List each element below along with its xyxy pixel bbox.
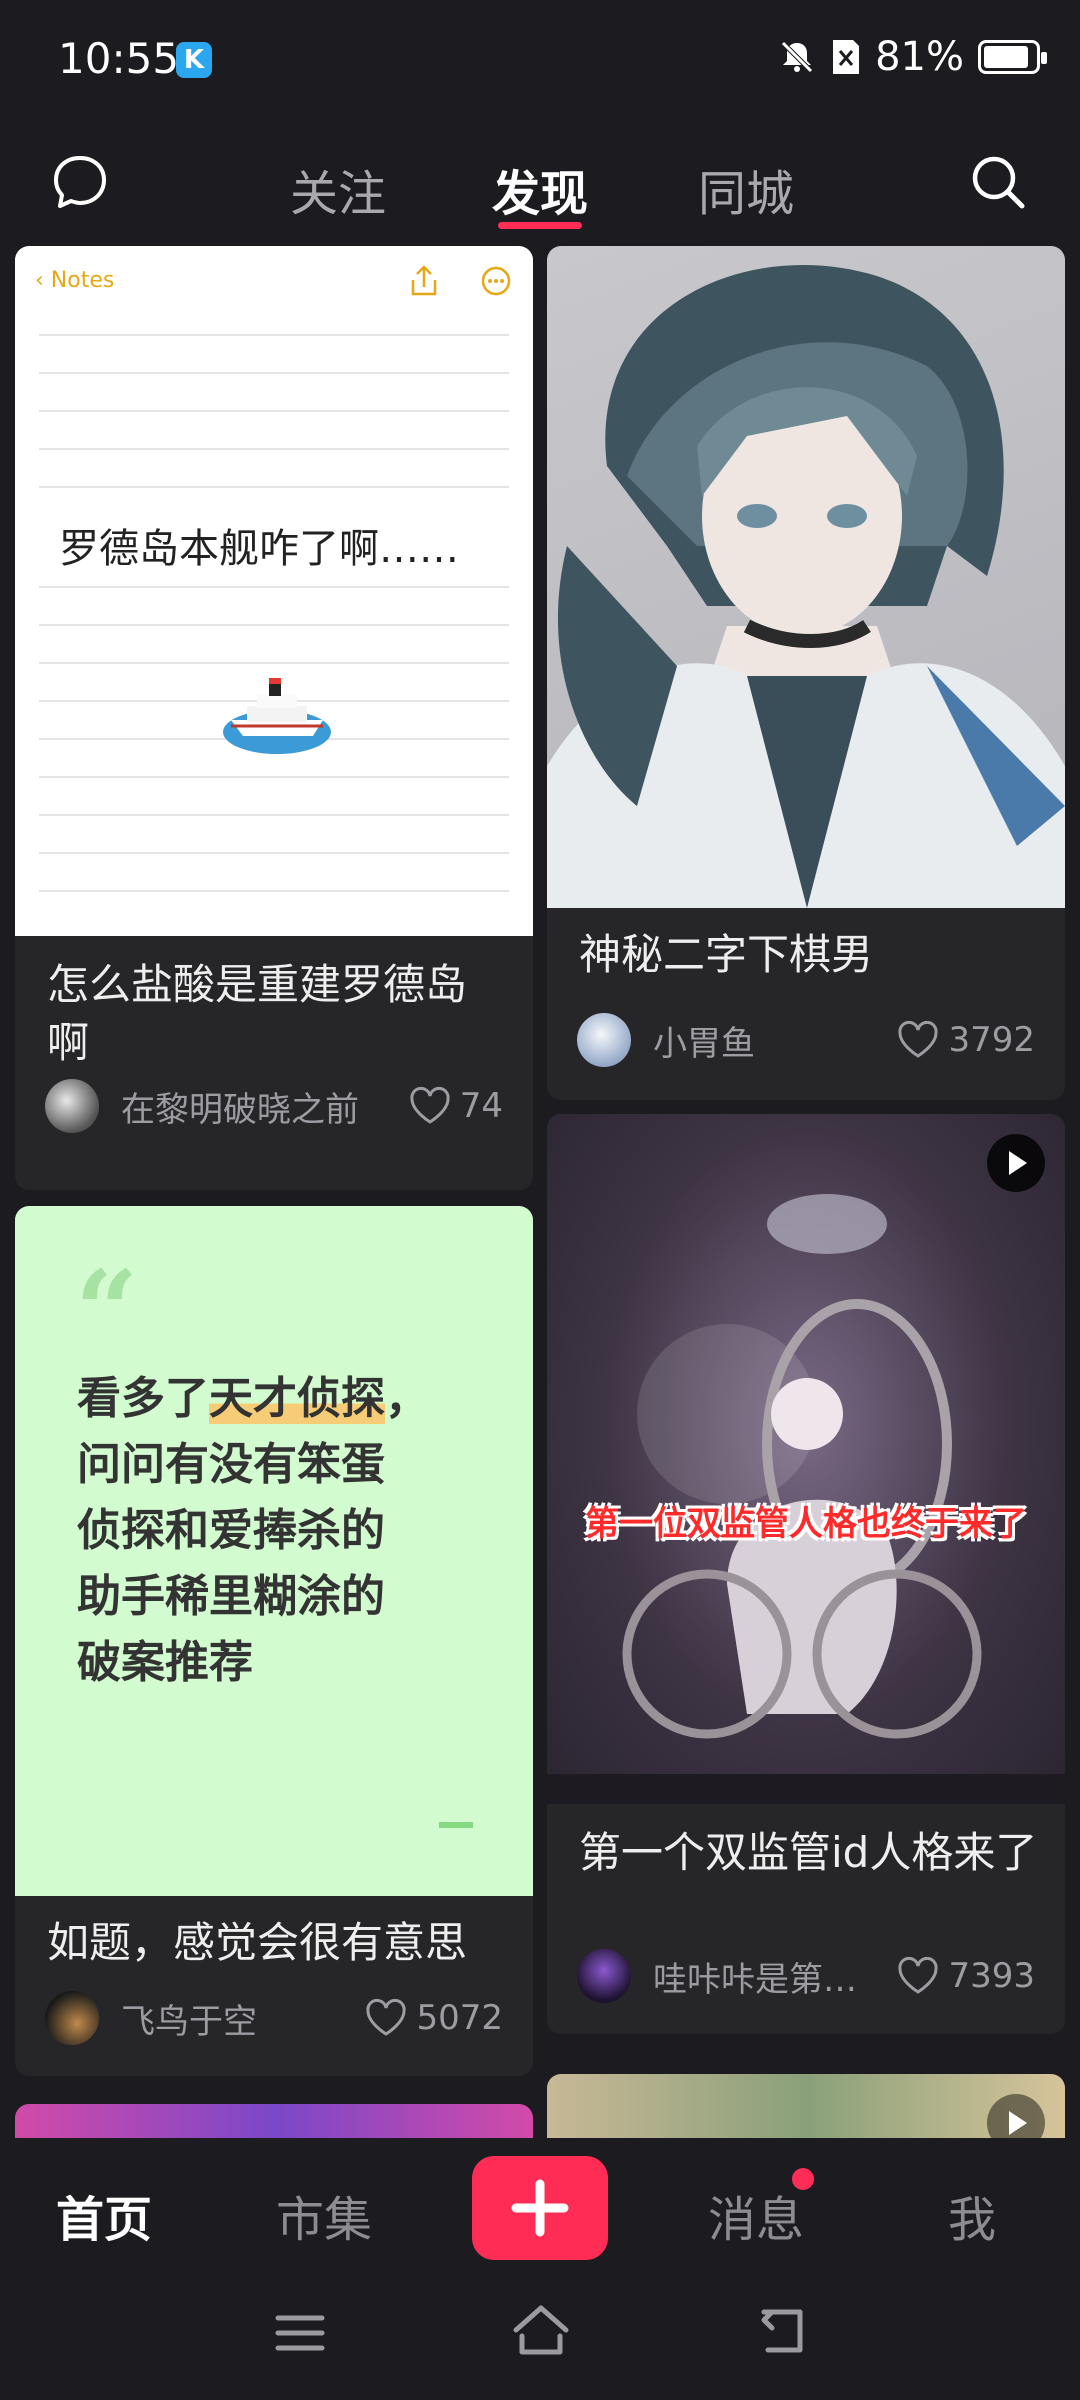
quote-dash <box>439 1822 473 1828</box>
card-cover-image: ‹ Notes 罗德岛本舰咋了啊…… <box>15 246 533 936</box>
create-post-button[interactable] <box>472 2156 608 2260</box>
card-meta: 在黎明破晓之前 74 <box>45 1078 503 1134</box>
anime-character-illustration <box>547 264 1065 908</box>
like-button[interactable]: 74 <box>408 1086 503 1126</box>
card-cover-image <box>547 246 1065 908</box>
note-text: 罗德岛本舰咋了啊…… <box>59 526 459 572</box>
search-icon[interactable] <box>968 152 1028 212</box>
feed-card[interactable]: 第一位双监管人格也终于来了 第一个双监管id人格来了 哇咔咔是第… 7393 <box>547 1114 1065 2034</box>
status-indicators: 81% <box>777 34 1047 80</box>
card-title: 第一个双监管id人格来了 <box>579 1828 1038 1877</box>
heart-icon <box>410 1086 450 1124</box>
menu-icon[interactable] <box>272 2308 328 2358</box>
feed-card-partial[interactable] <box>15 2104 533 2138</box>
video-caption: 第一位双监管人格也终于来了 <box>585 1504 1027 1544</box>
status-bar: 10:55 K 81% <box>0 0 1080 118</box>
avatar[interactable] <box>45 1991 99 2045</box>
chat-bubble-icon[interactable] <box>50 152 110 212</box>
heart-icon <box>366 1998 407 2036</box>
active-tab-indicator <box>498 222 582 229</box>
top-nav: 关注 发现 同城 <box>0 118 1080 246</box>
feed-card[interactable]: 神秘二字下棋男 小胃鱼 3792 <box>547 246 1065 1100</box>
play-icon <box>987 1134 1045 1192</box>
like-button[interactable]: 5072 <box>364 1998 503 2038</box>
heart-icon <box>898 1956 939 1994</box>
home-icon[interactable] <box>510 2302 572 2358</box>
card-title: 神秘二字下棋男 <box>579 930 874 979</box>
card-title: 如题，感觉会很有意思 <box>47 1918 468 1967</box>
avatar[interactable] <box>577 1013 631 1067</box>
tab-local[interactable]: 同城 <box>698 154 794 224</box>
battery-percent: 81% <box>875 34 964 80</box>
play-icon <box>987 2094 1045 2138</box>
card-title: 怎么盐酸是重建罗德岛啊 <box>47 960 468 1067</box>
like-count: 74 <box>459 1086 503 1126</box>
plus-icon <box>511 2179 569 2237</box>
nav-market[interactable]: 市集 <box>276 2180 372 2250</box>
status-time: 10:55 <box>58 34 180 83</box>
share-icon <box>411 265 437 296</box>
like-count: 7393 <box>948 1956 1035 1996</box>
nav-me[interactable]: 我 <box>948 2180 996 2250</box>
avatar[interactable] <box>577 1949 631 2003</box>
nav-home[interactable]: 首页 <box>56 2180 152 2250</box>
notes-back-label: ‹ Notes <box>35 268 115 293</box>
system-nav-bar <box>0 2278 1080 2400</box>
like-button[interactable]: 3792 <box>896 1020 1035 1060</box>
card-cover-image: “ 看多了天才侦探， 问问有没有笨蛋 侦探和爱捧杀的 助手稀里糊涂的 破案推荐 <box>15 1206 533 1896</box>
app-k-icon: K <box>176 42 212 78</box>
like-count: 3792 <box>948 1020 1035 1060</box>
nav-messages[interactable]: 消息 <box>708 2180 804 2250</box>
avatar[interactable] <box>45 1079 99 1133</box>
card-meta: 哇咔咔是第… 7393 <box>577 1948 1035 2004</box>
mute-icon <box>781 41 813 73</box>
battery-icon <box>978 40 1047 74</box>
card-meta: 小胃鱼 3792 <box>577 1012 1035 1068</box>
ship-emoji-icon <box>223 678 331 754</box>
feed-card[interactable]: “ 看多了天才侦探， 问问有没有笨蛋 侦探和爱捧杀的 助手稀里糊涂的 破案推荐 … <box>15 1206 533 2076</box>
no-sim-icon <box>833 40 860 74</box>
author-name[interactable]: 飞鸟于空 <box>121 1994 364 2043</box>
feed-grid: ‹ Notes 罗德岛本舰咋了啊…… 怎么盐酸是重建罗德岛啊 在黎明破晓之前 7… <box>0 246 1080 2138</box>
author-name[interactable]: 小胃鱼 <box>653 1016 896 1065</box>
more-icon <box>481 266 511 296</box>
like-count: 5072 <box>416 1998 503 2038</box>
back-icon[interactable] <box>752 2304 808 2358</box>
author-name[interactable]: 在黎明破晓之前 <box>121 1082 408 1131</box>
bottom-nav: 首页 市集 消息 我 <box>0 2138 1080 2278</box>
tab-follow[interactable]: 关注 <box>290 154 386 224</box>
quote-text: 看多了天才侦探， 问问有没有笨蛋 侦探和爱捧杀的 助手稀里糊涂的 破案推荐 <box>77 1373 429 1688</box>
author-name[interactable]: 哇咔咔是第… <box>653 1952 896 2001</box>
video-cover-illustration <box>547 1194 1065 1804</box>
quote-mark-icon: “ <box>75 1246 139 1375</box>
notification-dot <box>792 2168 814 2190</box>
heart-icon <box>898 1020 939 1058</box>
feed-card[interactable]: ‹ Notes 罗德岛本舰咋了啊…… 怎么盐酸是重建罗德岛啊 在黎明破晓之前 7… <box>15 246 533 1190</box>
feed-card-partial[interactable] <box>547 2074 1065 2138</box>
card-meta: 飞鸟于空 5072 <box>45 1990 503 2046</box>
tab-discover[interactable]: 发现 <box>492 154 588 224</box>
like-button[interactable]: 7393 <box>896 1956 1035 1996</box>
card-cover-image: 第一位双监管人格也终于来了 <box>547 1114 1065 1804</box>
